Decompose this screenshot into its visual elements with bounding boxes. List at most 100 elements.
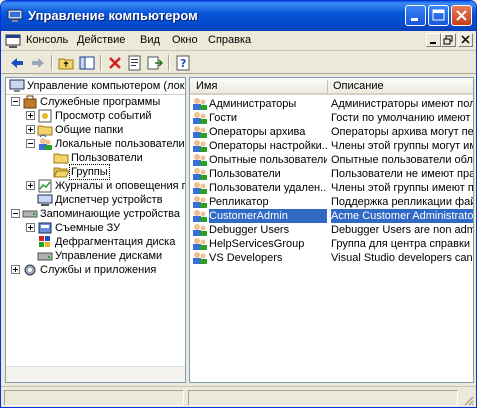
list-item[interactable]: Репликатор Поддержка репликации файло — [190, 195, 473, 209]
tree-horizontal-scrollbar[interactable] — [6, 366, 185, 382]
tree-item-event-viewer[interactable]: Просмотр событий — [6, 109, 185, 123]
column-header-description[interactable]: Описание — [333, 80, 384, 92]
tree-item-label: Диспетчер устройств — [55, 194, 163, 206]
tree-item-label: Группы — [69, 164, 110, 180]
mdi-restore-button[interactable] — [441, 33, 456, 47]
list-item[interactable]: Администраторы Администраторы имеют полн… — [190, 97, 473, 111]
menu-window[interactable]: Окно — [172, 34, 198, 46]
menu-console[interactable]: Консоль — [26, 34, 68, 46]
tree-item-disk-management[interactable]: Управление дисками — [6, 249, 185, 263]
collapse-icon[interactable] — [26, 139, 35, 148]
tree-item-label: Управление дисками — [55, 250, 163, 262]
expand-icon[interactable] — [26, 125, 35, 134]
delete-icon[interactable] — [107, 55, 123, 71]
expand-icon[interactable] — [26, 181, 35, 190]
tree-item-removable-storage[interactable]: Съемные ЗУ — [6, 221, 185, 235]
group-description: Acme Customer Administrator — [331, 209, 474, 223]
tree-item-performance-logs[interactable]: Журналы и оповещения пр — [6, 179, 185, 193]
group-description: Группа для центра справки и — [331, 238, 474, 250]
properties-icon[interactable] — [127, 55, 143, 71]
disk-management-icon — [37, 252, 53, 261]
export-list-icon[interactable] — [147, 55, 163, 71]
tree-root-label: Управление компьютером (локаль — [27, 80, 185, 92]
tree-item-label: Журналы и оповещения пр — [55, 180, 186, 192]
group-description: Debugger Users are non administ — [331, 224, 473, 236]
list-item-selected[interactable]: CustomerAdmin Acme Customer Administrato… — [190, 209, 473, 223]
status-cell-right — [188, 390, 458, 406]
mdi-close-button[interactable] — [458, 33, 473, 47]
group-description: Гости по умолчанию имеют то — [331, 112, 474, 124]
tree-item-label: Дефрагментация диска — [55, 236, 176, 248]
svg-text:?: ? — [180, 57, 186, 70]
mdi-minimize-button[interactable] — [426, 33, 441, 47]
list-item[interactable]: Debugger Users Debugger Users are non ad… — [190, 223, 473, 237]
tree-item-local-users-groups[interactable]: Локальные пользователи и — [6, 137, 185, 151]
title-bar[interactable]: Управление компьютером — [1, 1, 476, 31]
list-item[interactable]: Опытные пользователи Опытные пользовател… — [190, 153, 473, 167]
tree-item-label: Просмотр событий — [55, 110, 152, 122]
list-item[interactable]: Пользователи удален... Члены этой группы… — [190, 181, 473, 195]
tree-item-shared-folders[interactable]: Общие папки — [6, 123, 185, 138]
menu-view[interactable]: Вид — [140, 34, 160, 46]
tree-item-label: Съемные ЗУ — [55, 222, 121, 234]
tree-item-storage[interactable]: Запоминающие устройства — [6, 207, 185, 221]
back-arrow-icon[interactable] — [9, 55, 25, 71]
users-group-icon — [39, 138, 52, 150]
tree-item-services-apps[interactable]: Службы и приложения — [6, 263, 185, 277]
resize-grip-icon[interactable] — [462, 394, 474, 406]
close-icon — [461, 35, 470, 44]
minimize-icon — [430, 42, 436, 44]
column-divider[interactable] — [327, 80, 328, 93]
forward-arrow-icon[interactable] — [30, 55, 46, 71]
collapse-icon[interactable] — [11, 209, 20, 218]
list-item[interactable]: VS Developers Visual Studio developers c… — [190, 251, 473, 265]
up-folder-icon[interactable] — [58, 55, 74, 71]
maximize-button[interactable] — [428, 5, 449, 26]
list-item[interactable]: Пользователи Пользователи не имеют прав … — [190, 167, 473, 181]
computer-management-window: Управление компьютером Консоль Действие … — [0, 0, 477, 408]
tree-item-disk-defragmenter[interactable]: Дефрагментация диска — [6, 235, 185, 249]
group-name: Опытные пользователи — [209, 154, 327, 166]
group-description: Члены этой группы могут имет — [331, 140, 474, 152]
list-item[interactable]: HelpServicesGroup Группа для центра спра… — [190, 237, 473, 251]
group-name: Debugger Users — [209, 224, 290, 236]
tools-icon — [23, 95, 37, 109]
groups-list-pane[interactable]: Имя Описание Администраторы Администрато… — [189, 77, 474, 383]
group-name: HelpServicesGroup — [209, 238, 305, 250]
collapse-icon[interactable] — [11, 97, 20, 106]
minimize-button[interactable] — [405, 5, 426, 26]
minimize-icon — [411, 18, 418, 21]
group-name: Пользователи — [209, 168, 281, 180]
menu-help[interactable]: Справка — [208, 34, 251, 46]
list-header: Имя Описание — [190, 78, 473, 95]
group-description: Операторы архива могут перес — [331, 126, 474, 138]
close-button[interactable] — [451, 5, 472, 26]
group-name: Операторы архива — [209, 126, 306, 138]
menu-action[interactable]: Действие — [77, 34, 125, 46]
help-icon[interactable]: ? — [175, 55, 191, 71]
group-name: Репликатор — [209, 196, 269, 208]
column-header-name[interactable]: Имя — [196, 80, 217, 92]
services-icon — [24, 264, 36, 276]
tree-item-groups[interactable]: Группы — [6, 164, 185, 180]
list-item[interactable]: Операторы настройки... Члены этой группы… — [190, 139, 473, 153]
console-tree-pane[interactable]: Управление компьютером (локаль Служебные… — [5, 77, 186, 383]
group-description: Администраторы имеют полны — [331, 98, 474, 110]
expand-icon[interactable] — [26, 111, 35, 120]
list-item[interactable]: Операторы архива Операторы архива могут … — [190, 125, 473, 139]
tree-item-device-manager[interactable]: Диспетчер устройств — [6, 193, 185, 207]
tree-root[interactable]: Управление компьютером (локаль — [6, 78, 185, 95]
group-description: Поддержка репликации файло — [331, 196, 474, 208]
console-icon[interactable] — [5, 33, 21, 49]
tree-item-system-tools[interactable]: Служебные программы — [6, 95, 185, 109]
list-item[interactable]: Гости Гости по умолчанию имеют то — [190, 111, 473, 125]
expand-icon[interactable] — [11, 265, 20, 274]
group-name: Гости — [209, 112, 238, 124]
expand-icon[interactable] — [26, 223, 35, 232]
tree-item-label: Службы и приложения — [40, 264, 157, 276]
group-name: VS Developers — [209, 252, 283, 264]
tree-item-label: Локальные пользователи и — [55, 138, 186, 150]
tree-item-users[interactable]: Пользователи — [6, 151, 185, 165]
show-hide-tree-icon[interactable] — [79, 55, 95, 71]
toolbar-separator — [51, 55, 53, 71]
